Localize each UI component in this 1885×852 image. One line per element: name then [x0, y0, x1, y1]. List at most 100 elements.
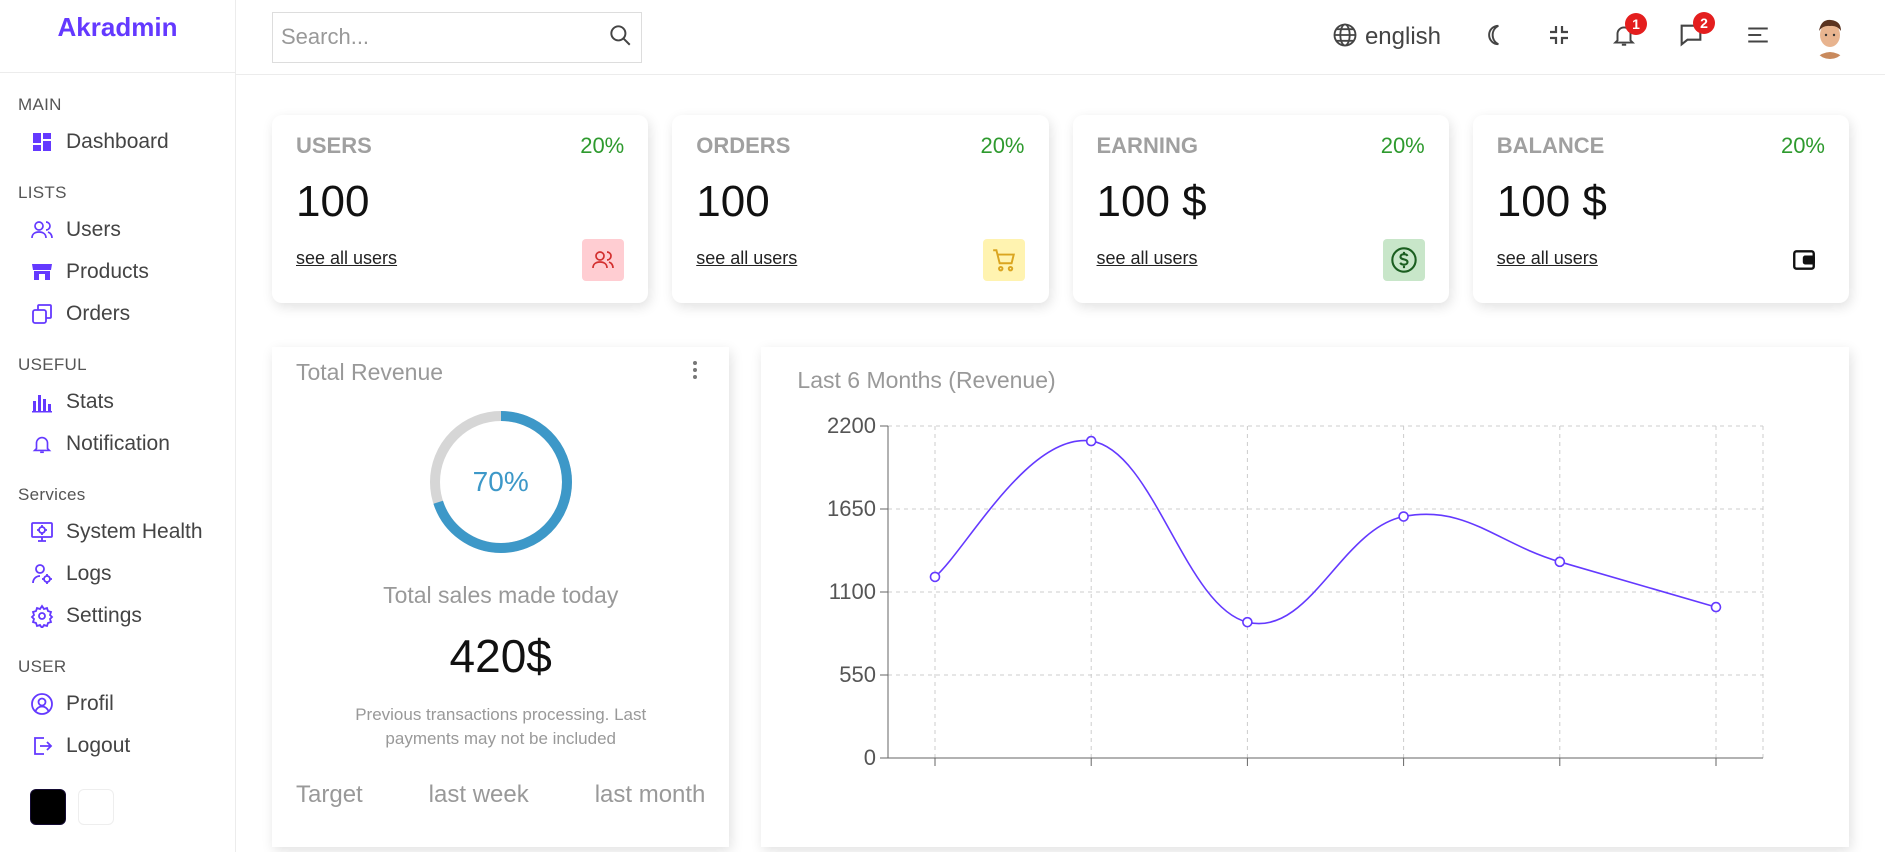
- sidebar-item-profil[interactable]: Profil: [18, 683, 235, 725]
- section-title-services: Services: [18, 485, 86, 504]
- y-tick-label: 550: [840, 662, 877, 687]
- sidebar-item-notification[interactable]: Notification: [18, 423, 235, 465]
- y-tick-label: 1100: [829, 579, 876, 604]
- data-point: [1554, 556, 1566, 568]
- y-tick-label: 2200: [827, 413, 876, 438]
- users-icon: [30, 218, 54, 242]
- widget-title: EARNING: [1096, 133, 1198, 158]
- widget-link[interactable]: see all users: [1097, 248, 1198, 269]
- featured-title: Total Revenue: [296, 359, 444, 385]
- widget-orders: ORDERS 20% 100 see all users: [672, 115, 1048, 303]
- widget-percentage: 20%: [580, 133, 625, 158]
- language-selector[interactable]: english: [1331, 21, 1441, 54]
- logo[interactable]: Akradmin: [58, 12, 178, 43]
- sidebar-item-label: Notification: [66, 432, 170, 455]
- system-health-icon: [30, 520, 54, 544]
- widget-link[interactable]: see all users: [296, 248, 397, 269]
- sidebar-item-logs[interactable]: Logs: [18, 553, 235, 595]
- bell-icon: [30, 432, 54, 456]
- section-title-lists: LISTS: [18, 183, 67, 202]
- dashboard-icon: [30, 130, 54, 154]
- charts-row: Total Revenue 70% Total sales made today…: [236, 303, 1885, 847]
- main-content: english 1: [236, 0, 1885, 852]
- sidebar-item-users[interactable]: Users: [18, 209, 235, 251]
- widget-earning: EARNING 20% 100 $ see all users: [1073, 115, 1449, 303]
- sidebar-item-products[interactable]: Products: [18, 251, 235, 293]
- section-title-main: MAIN: [18, 95, 62, 114]
- sidebar-nav: MAIN Dashboard LISTS Users Products Orders USE…: [0, 95, 235, 767]
- sidebar-item-label: Dashboard: [66, 130, 169, 153]
- stats-icon: [30, 390, 54, 414]
- sidebar-item-settings[interactable]: Settings: [18, 595, 235, 637]
- sidebar-item-label: Profil: [66, 692, 114, 715]
- sidebar-item-label: Logout: [66, 734, 131, 757]
- featured-header: Total Revenue: [296, 359, 705, 386]
- menu-lines-icon: [1745, 22, 1771, 53]
- logout-icon: [30, 734, 54, 758]
- messages-badge: 2: [1693, 11, 1715, 34]
- data-point: [1242, 616, 1254, 628]
- sidebar-item-dashboard[interactable]: Dashboard: [18, 121, 235, 163]
- widget-link[interactable]: see all users: [1497, 248, 1598, 269]
- settings-icon: [30, 604, 54, 628]
- section-title-user: USER: [18, 657, 67, 676]
- sidebar: Akradmin MAIN Dashboard LISTS Users Products…: [0, 0, 236, 852]
- color-options: [0, 789, 235, 825]
- more-vert-icon[interactable]: [685, 359, 705, 386]
- sidebar-item-label: Settings: [66, 604, 142, 627]
- logo-container: Akradmin: [0, 0, 235, 73]
- topbar: english 1: [236, 0, 1885, 75]
- sidebar-item-label: Orders: [66, 302, 131, 325]
- sidebar-item-orders[interactable]: Orders: [18, 293, 235, 335]
- featured-summary: Target last week last month: [296, 781, 705, 809]
- featured-amount: 420$: [449, 630, 552, 682]
- widget-counter: 100 $: [1096, 177, 1207, 226]
- widget-percentage: 20%: [980, 133, 1025, 158]
- sidebar-item-label: Stats: [66, 390, 114, 413]
- search-input[interactable]: [281, 24, 607, 50]
- moon-icon: [1481, 22, 1507, 53]
- light-theme-option[interactable]: [78, 789, 114, 825]
- featured-description: Total sales made today: [383, 582, 619, 608]
- widget-link[interactable]: see all users: [696, 248, 797, 269]
- sidebar-item-label: System Health: [66, 520, 203, 543]
- widget-percentage: 20%: [1780, 133, 1825, 158]
- widget-balance: BALANCE 20% 100 $ see all users: [1473, 115, 1849, 303]
- search-icon[interactable]: [607, 22, 633, 53]
- dark-mode-toggle[interactable]: [1481, 22, 1507, 53]
- progress-label: 70%: [472, 466, 529, 497]
- widget-title: BALANCE: [1496, 133, 1605, 158]
- logs-icon: [30, 562, 54, 586]
- data-point: [930, 571, 941, 583]
- progress-circle: 70%: [296, 408, 705, 556]
- notifications-badge: 1: [1625, 12, 1647, 35]
- widget-counter: 100: [296, 177, 370, 226]
- language-label: english: [1364, 23, 1441, 50]
- cart-icon: [982, 239, 1025, 281]
- topbar-actions: english 1 2: [1331, 11, 1849, 59]
- widgets-row: USERS 20% 100 see all users ORDERS 20% 1…: [236, 75, 1885, 303]
- data-point: [1086, 435, 1097, 447]
- avatar[interactable]: [1811, 15, 1849, 59]
- notifications-button[interactable]: 1: [1611, 12, 1647, 53]
- sidebar-item-label: Logs: [66, 562, 112, 585]
- dark-theme-option[interactable]: [30, 789, 66, 825]
- revenue-chart-card: Last 6 Months (Revenue) 0 550 1100 1650 2200: [761, 347, 1849, 847]
- search-box: [272, 11, 642, 63]
- featured-card: Total Revenue 70% Total sales made today…: [272, 347, 729, 847]
- fullscreen-exit-button[interactable]: [1547, 23, 1571, 52]
- y-tick-label: 0: [864, 745, 876, 770]
- summary-target: Target: [296, 780, 363, 808]
- summary-last-week: last week: [428, 780, 529, 808]
- orders-icon: [30, 302, 54, 326]
- revenue-line-chart: 0 550 1100 1650 2200: [827, 413, 1764, 770]
- featured-note: Previous transactions processing. Last p…: [355, 705, 647, 748]
- widget-users: USERS 20% 100 see all users: [272, 115, 648, 303]
- dollar-icon: [1382, 239, 1425, 281]
- messages-button[interactable]: 2: [1677, 11, 1715, 54]
- sidebar-item-stats[interactable]: Stats: [18, 381, 235, 423]
- menu-button[interactable]: [1745, 22, 1771, 53]
- sidebar-item-logout[interactable]: Logout: [18, 725, 235, 767]
- profile-icon: [30, 692, 54, 716]
- sidebar-item-system-health[interactable]: System Health: [18, 511, 235, 553]
